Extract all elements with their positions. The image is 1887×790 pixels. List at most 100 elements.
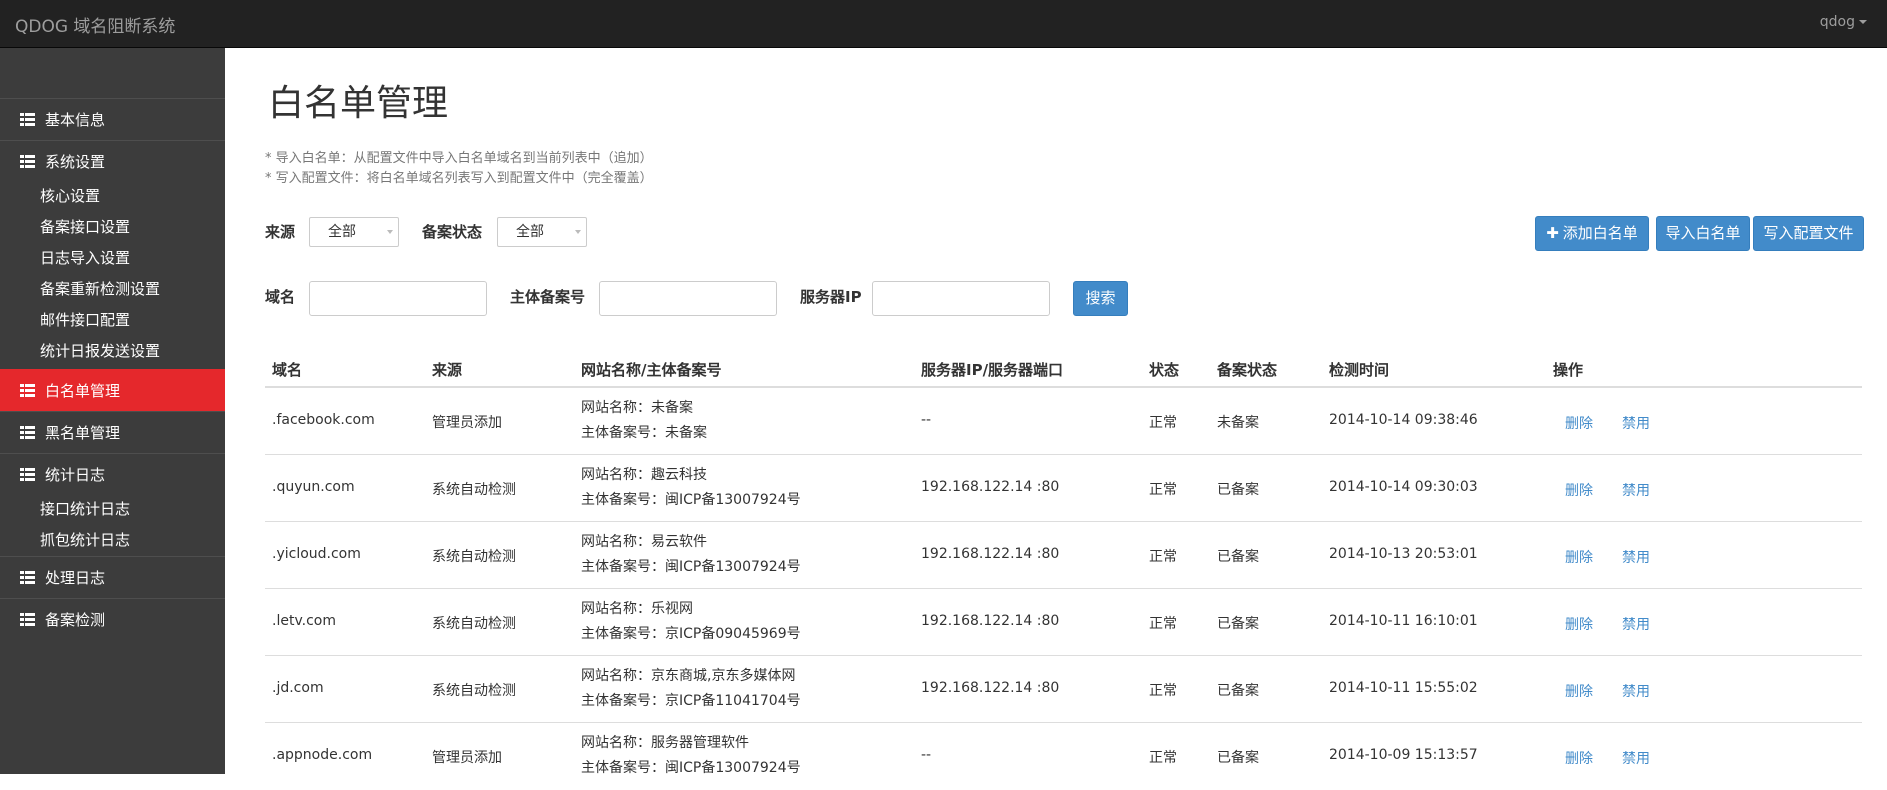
sidebar-subitem-api-stats-log[interactable]: 接口统计日志: [40, 499, 130, 519]
import-whitelist-button[interactable]: 导入白名单: [1656, 216, 1750, 251]
domain-label: 域名: [265, 288, 296, 306]
cell-check-time: 2014-10-11 16:10:01: [1329, 613, 1478, 629]
record-status-select[interactable]: 全部: [497, 217, 587, 247]
icp-input[interactable]: [599, 281, 777, 316]
cell-server: 192.168.122.14 :80: [921, 613, 1060, 629]
cell-icp: 主体备案号：京ICP备09045969号: [581, 626, 801, 642]
cell-status: 正常: [1149, 750, 1177, 766]
disable-link[interactable]: 禁用: [1622, 614, 1650, 634]
table-row: .jd.com 系统自动检测 网站名称：京东商城,京东多媒体网 主体备案号：京IC…: [265, 656, 1862, 723]
cell-check-time: 2014-10-14 09:30:03: [1329, 479, 1478, 495]
list-icon: [20, 384, 35, 397]
sidebar-item-label: 黑名单管理: [45, 424, 121, 442]
cell-site-icp: 网站名称：京东商城,京东多媒体网 主体备案号：京ICP备11041704号: [581, 664, 801, 714]
sidebar-item-system-settings[interactable]: 系统设置: [0, 140, 225, 182]
table-row: .facebook.com 管理员添加 网站名称：未备案 主体备案号：未备案 --…: [265, 388, 1862, 455]
disable-link[interactable]: 禁用: [1622, 547, 1650, 567]
sidebar-subitem-log-import-settings[interactable]: 日志导入设置: [40, 248, 130, 268]
delete-link[interactable]: 删除: [1565, 547, 1593, 567]
cell-check-time: 2014-10-13 20:53:01: [1329, 546, 1478, 562]
cell-status: 正常: [1149, 683, 1177, 699]
cell-source: 管理员添加: [432, 415, 502, 431]
cell-status: 正常: [1149, 549, 1177, 565]
write-config-button[interactable]: 写入配置文件: [1753, 216, 1864, 251]
list-icon: [20, 155, 35, 168]
delete-link[interactable]: 删除: [1565, 681, 1593, 701]
cell-record-status: 未备案: [1217, 415, 1259, 431]
brand-title[interactable]: QDOG 域名阻断系统: [15, 12, 175, 37]
cell-check-time: 2014-10-11 15:55:02: [1329, 680, 1478, 696]
sidebar: 基本信息 系统设置 核心设置 备案接口设置 日志导入设置 备案重新检测设置 邮件…: [0, 48, 225, 774]
disable-link[interactable]: 禁用: [1622, 413, 1650, 433]
add-whitelist-button[interactable]: ✚ 添加白名单: [1535, 216, 1649, 251]
icp-label: 主体备案号: [510, 288, 586, 306]
user-menu[interactable]: qdog: [1820, 14, 1867, 30]
disable-link[interactable]: 禁用: [1622, 681, 1650, 701]
sidebar-item-whitelist[interactable]: 白名单管理: [0, 369, 225, 411]
search-button[interactable]: 搜索: [1073, 281, 1128, 316]
cell-icp: 主体备案号：闽ICP备13007924号: [581, 760, 801, 776]
server-ip-label: 服务器IP: [800, 288, 862, 306]
disable-link[interactable]: 禁用: [1622, 748, 1650, 768]
table-header-record-status: 备案状态: [1217, 361, 1278, 379]
cell-domain: .jd.com: [272, 680, 324, 696]
cell-source: 系统自动检测: [432, 482, 516, 498]
cell-domain: .facebook.com: [272, 412, 375, 428]
import-note: * 导入白名单：从配置文件中导入白名单域名到当前列表中（追加）: [265, 151, 653, 166]
cell-site-icp: 网站名称：乐视网 主体备案号：京ICP备09045969号: [581, 597, 801, 647]
cell-icp: 主体备案号：闽ICP备13007924号: [581, 559, 801, 575]
sidebar-item-stats-log[interactable]: 统计日志: [0, 453, 225, 495]
cell-source: 系统自动检测: [432, 549, 516, 565]
source-select[interactable]: 全部: [309, 217, 399, 247]
cell-icp: 主体备案号：闽ICP备13007924号: [581, 492, 801, 508]
sidebar-subitem-recheck-settings[interactable]: 备案重新检测设置: [40, 279, 160, 299]
record-status-label: 备案状态: [422, 223, 483, 241]
write-config-note: * 写入配置文件：将白名单域名列表写入到配置文件中（完全覆盖）: [265, 171, 653, 186]
page-title: 白名单管理: [268, 83, 449, 124]
sidebar-item-label: 基本信息: [45, 111, 106, 129]
delete-link[interactable]: 删除: [1565, 748, 1593, 768]
plus-icon: ✚: [1546, 224, 1559, 242]
sidebar-subitem-capture-stats-log[interactable]: 抓包统计日志: [40, 530, 130, 550]
cell-source: 系统自动检测: [432, 616, 516, 632]
cell-domain: .yicloud.com: [272, 546, 361, 562]
sidebar-subitem-core-settings[interactable]: 核心设置: [40, 186, 100, 206]
delete-link[interactable]: 删除: [1565, 413, 1593, 433]
sidebar-subitem-mail-api-config[interactable]: 邮件接口配置: [40, 310, 130, 330]
cell-site-icp: 网站名称：趣云科技主体备案号：闽ICP备13007924号: [581, 463, 801, 513]
list-icon: [20, 426, 35, 439]
table-header-site-icp: 网站名称/主体备案号: [581, 361, 722, 379]
cell-site-name: 网站名称：服务器管理软件: [581, 735, 749, 751]
delete-link[interactable]: 删除: [1565, 480, 1593, 500]
dropdown-arrow-icon: [387, 230, 393, 234]
cell-record-status: 已备案: [1217, 482, 1259, 498]
sidebar-item-label: 系统设置: [45, 153, 106, 171]
user-name: qdog: [1819, 14, 1855, 30]
table-header-status: 状态: [1149, 361, 1180, 379]
cell-site-icp: 网站名称：未备案 主体备案号：未备案: [581, 396, 707, 446]
table-header-check-time: 检测时间: [1329, 361, 1390, 379]
cell-check-time: 2014-10-09 15:13:57: [1329, 747, 1478, 763]
list-icon: [20, 613, 35, 626]
sidebar-item-label: 备案检测: [45, 611, 106, 629]
sidebar-item-basic-info[interactable]: 基本信息: [0, 98, 225, 140]
sidebar-item-blacklist[interactable]: 黑名单管理: [0, 411, 225, 453]
cell-server: 192.168.122.14 :80: [921, 546, 1060, 562]
sidebar-item-process-log[interactable]: 处理日志: [0, 556, 225, 598]
caret-down-icon: [1859, 20, 1867, 24]
main-content: 白名单管理 * 导入白名单：从配置文件中导入白名单域名到当前列表中（追加） * …: [225, 48, 1887, 776]
cell-domain: .appnode.com: [272, 747, 373, 763]
list-icon: [20, 571, 35, 584]
sidebar-item-record-check[interactable]: 备案检测: [0, 598, 225, 640]
sidebar-subitem-daily-report-settings[interactable]: 统计日报发送设置: [40, 341, 160, 361]
delete-link[interactable]: 删除: [1565, 614, 1593, 634]
cell-site-name: 网站名称：趣云科技: [581, 467, 707, 483]
disable-link[interactable]: 禁用: [1622, 480, 1650, 500]
cell-source: 管理员添加: [432, 750, 502, 766]
sidebar-subitem-record-api-settings[interactable]: 备案接口设置: [40, 217, 130, 237]
add-whitelist-label: 添加白名单: [1562, 224, 1638, 242]
cell-site-name: 网站名称：易云软件: [581, 534, 707, 550]
server-ip-input[interactable]: [872, 281, 1050, 316]
domain-input[interactable]: [309, 281, 487, 316]
cell-server: --: [921, 412, 932, 428]
